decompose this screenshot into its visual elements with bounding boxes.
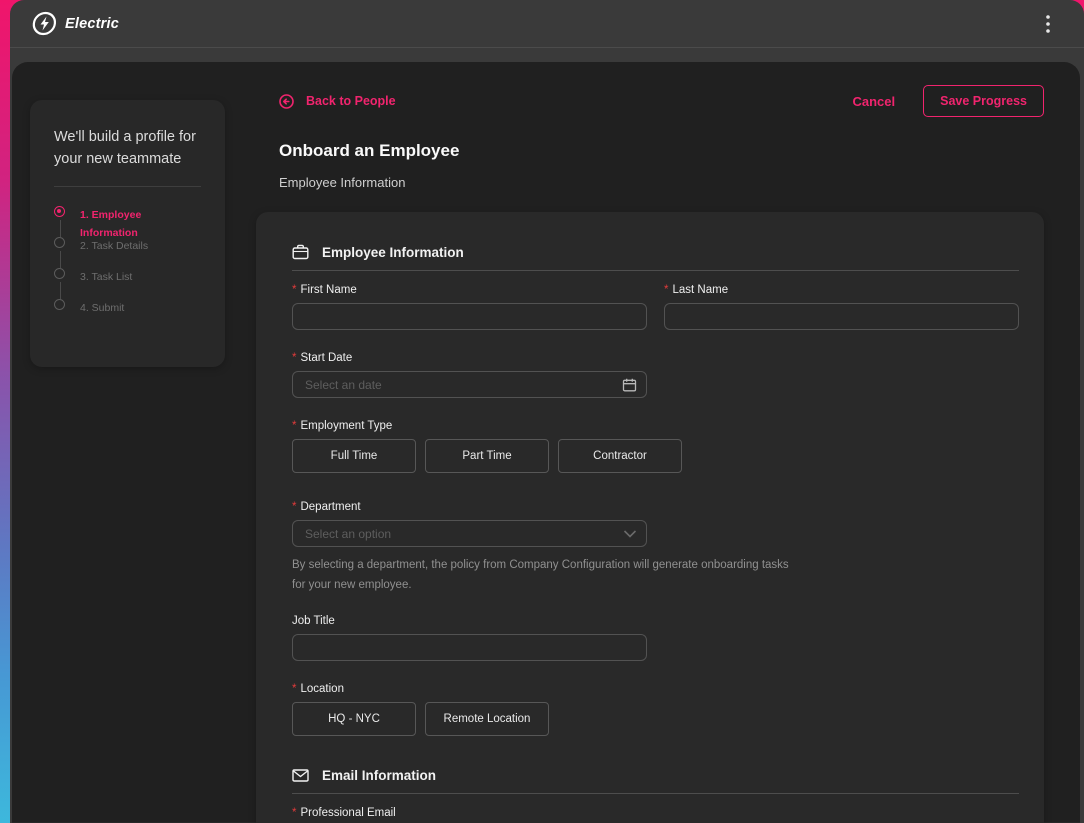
required-asterisk: * <box>292 807 296 819</box>
first-name-label: * First Name <box>292 284 647 296</box>
employment-type-full-time-button[interactable]: Full Time <box>292 439 416 473</box>
save-progress-button[interactable]: Save Progress <box>923 85 1044 117</box>
stepper-card: We'll build a profile for your new teamm… <box>30 100 225 367</box>
required-asterisk: * <box>292 284 296 296</box>
last-name-input[interactable] <box>664 303 1019 330</box>
onboarding-form-card: Employee Information * First Name * <box>256 212 1044 823</box>
stepper-title: We'll build a profile for your new teamm… <box>54 126 201 170</box>
topbar: Electric <box>10 0 1084 48</box>
main-panel: We'll build a profile for your new teamm… <box>12 62 1080 823</box>
required-asterisk: * <box>292 352 296 364</box>
required-asterisk: * <box>292 420 296 432</box>
page-subtitle: Employee Information <box>279 175 1044 190</box>
step-task-details[interactable]: 2. Task Details <box>54 236 201 267</box>
section-divider <box>292 793 1019 794</box>
section-title: Email Information <box>322 768 436 783</box>
department-field-group: * Department By selecting a department, … <box>292 501 1019 595</box>
brand-name: Electric <box>65 16 119 32</box>
back-to-people-link[interactable]: Back to People <box>279 94 396 109</box>
start-date-label: * Start Date <box>292 352 647 364</box>
job-title-field-group: Job Title <box>292 615 647 661</box>
lightning-bolt-icon <box>32 11 57 36</box>
professional-email-label: * Professional Email <box>292 807 1019 819</box>
envelope-icon <box>292 769 309 782</box>
employee-info-section-header: Employee Information <box>292 244 1019 260</box>
required-asterisk: * <box>292 683 296 695</box>
step-bullet-icon <box>54 299 65 310</box>
briefcase-icon <box>292 244 309 260</box>
step-task-list[interactable]: 3. Task List <box>54 267 201 298</box>
kebab-menu-icon[interactable] <box>1034 10 1062 38</box>
location-label: * Location <box>292 683 1019 695</box>
department-select[interactable] <box>292 520 647 547</box>
step-submit[interactable]: 4. Submit <box>54 298 201 329</box>
step-employee-information[interactable]: 1. Employee Information <box>54 205 201 236</box>
start-date-input[interactable] <box>292 371 647 398</box>
last-name-label: * Last Name <box>664 284 1019 296</box>
location-hq-nyc-button[interactable]: HQ - NYC <box>292 702 416 736</box>
department-label: * Department <box>292 501 1019 513</box>
employment-type-contractor-button[interactable]: Contractor <box>558 439 682 473</box>
step-bullet-icon <box>54 237 65 248</box>
back-link-label: Back to People <box>306 94 396 108</box>
required-asterisk: * <box>292 501 296 513</box>
first-name-input[interactable] <box>292 303 647 330</box>
job-title-label: Job Title <box>292 615 647 627</box>
employment-type-label: * Employment Type <box>292 420 1019 432</box>
section-title: Employee Information <box>322 245 464 260</box>
first-name-field-group: * First Name <box>292 284 647 330</box>
employment-type-part-time-button[interactable]: Part Time <box>425 439 549 473</box>
step-bullet-active-icon <box>54 206 65 217</box>
professional-email-field-group: * Professional Email Please provide a fi… <box>292 807 1019 823</box>
brand-logo: Electric <box>32 11 119 36</box>
location-remote-button[interactable]: Remote Location <box>425 702 549 736</box>
last-name-field-group: * Last Name <box>664 284 1019 330</box>
department-help-text: By selecting a department, the policy fr… <box>292 556 797 595</box>
arrow-left-circle-icon <box>279 94 294 109</box>
job-title-input[interactable] <box>292 634 647 661</box>
page-title: Onboard an Employee <box>279 141 1044 161</box>
cancel-button[interactable]: Cancel <box>853 94 896 109</box>
start-date-field-group: * Start Date <box>292 352 647 398</box>
stepper-list: 1. Employee Information 2. Task Details … <box>54 205 201 329</box>
step-bullet-icon <box>54 268 65 279</box>
location-field-group: * Location HQ - NYC Remote Location <box>292 683 1019 736</box>
stepper-divider <box>54 186 201 187</box>
employment-type-field-group: * Employment Type Full Time Part Time Co… <box>292 420 1019 473</box>
required-asterisk: * <box>664 284 668 296</box>
email-info-section-header: Email Information <box>292 768 1019 783</box>
page-header: Back to People Cancel Save Progress <box>256 86 1044 116</box>
app-window: Electric We'll build a profile for your … <box>10 0 1084 823</box>
section-divider <box>292 270 1019 271</box>
